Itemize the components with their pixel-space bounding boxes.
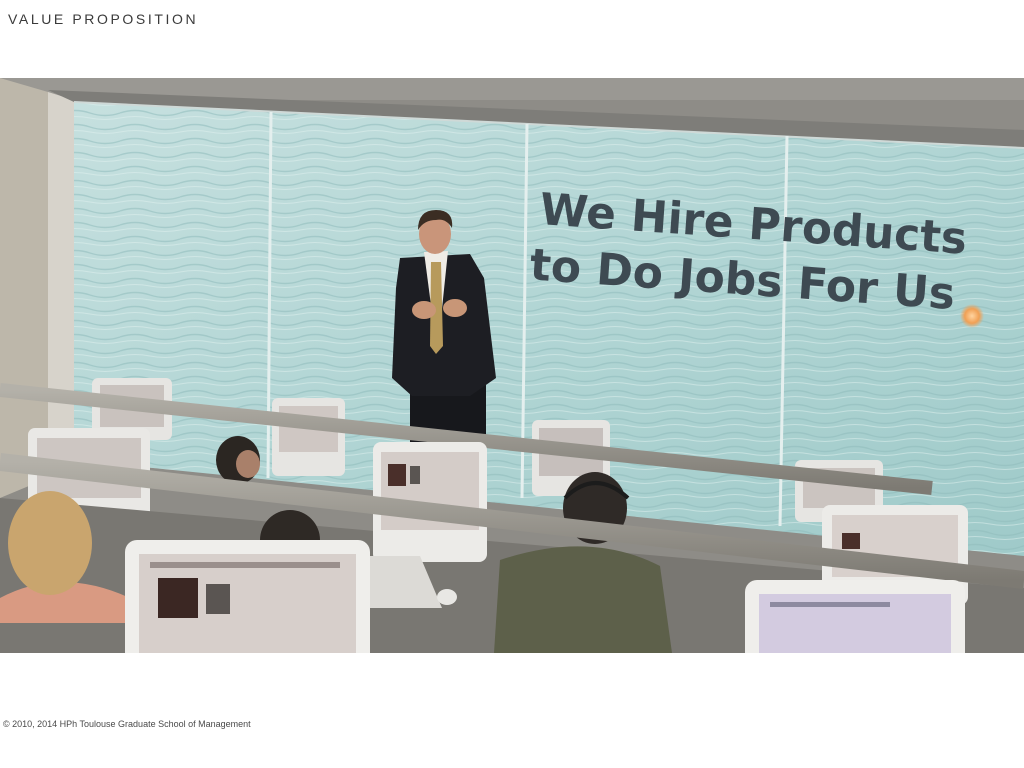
mouse	[437, 589, 457, 605]
presenter-hand-left	[412, 301, 436, 319]
lecture-photo: We Hire Products to Do Jobs For Us	[0, 78, 1024, 653]
monitor-foreground-left	[125, 540, 370, 653]
window-frame-left	[48, 92, 74, 478]
student-back-row	[216, 436, 260, 484]
orange-buoy-light	[960, 304, 984, 328]
slide-title: VALUE PROPOSITION	[8, 11, 199, 27]
monitor-back-2	[272, 398, 345, 476]
slide-footer-copyright: © 2010, 2014 HPh Toulouse Graduate Schoo…	[3, 719, 251, 729]
monitor-foreground-right	[745, 580, 965, 653]
presenter-hand-right	[443, 299, 467, 317]
lecture-photo-svg: We Hire Products to Do Jobs For Us	[0, 78, 1024, 653]
slide: VALUE PROPOSITION We Hire Products to Do…	[0, 0, 1024, 768]
